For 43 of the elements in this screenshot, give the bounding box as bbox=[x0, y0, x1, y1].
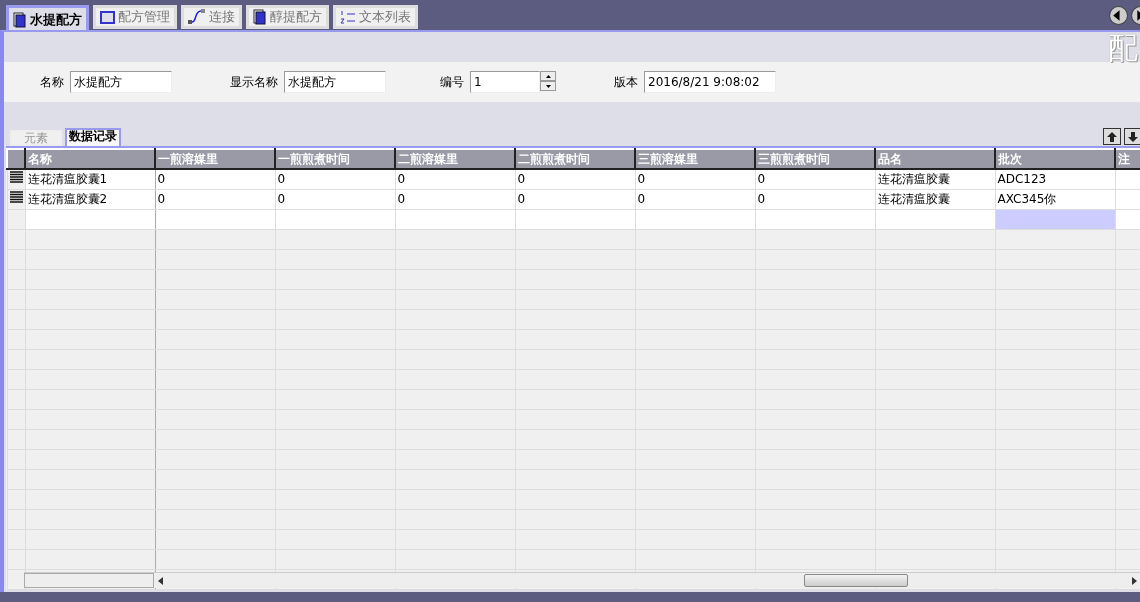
input-field[interactable]: 1 bbox=[470, 71, 540, 93]
field-label: 显示名称 bbox=[230, 74, 278, 91]
tab[interactable]: 水提配方 bbox=[6, 5, 89, 31]
input-field[interactable]: 2016/8/21 9:08:02 bbox=[644, 71, 776, 93]
column-header[interactable]: 二煎煎煮时间 bbox=[515, 149, 635, 169]
tab[interactable]: 醇提配方 bbox=[246, 5, 329, 29]
tab[interactable]: 文本列表 bbox=[333, 5, 418, 29]
column-header[interactable]: 一煎溶媒里 bbox=[155, 149, 275, 169]
window-icon bbox=[100, 10, 115, 24]
column-header[interactable]: 品名 bbox=[875, 149, 995, 169]
input-field[interactable]: 水提配方 bbox=[70, 71, 172, 93]
move-down-button[interactable] bbox=[1124, 128, 1140, 145]
numbered-list-icon bbox=[340, 10, 356, 24]
tab[interactable]: 数据记录 bbox=[65, 128, 121, 146]
column-header[interactable]: 名称 bbox=[25, 149, 155, 169]
row-icon bbox=[9, 191, 23, 203]
tab[interactable]: 配方管理 bbox=[93, 5, 177, 29]
row-icon bbox=[9, 171, 23, 184]
scrollbar-thumb[interactable] bbox=[804, 574, 908, 587]
column-header[interactable]: 批次 bbox=[995, 149, 1115, 169]
column-header[interactable]: 一煎煎煮时间 bbox=[275, 149, 395, 169]
previous-button[interactable] bbox=[1109, 6, 1128, 25]
column-header[interactable]: 三煎煎煮时间 bbox=[755, 149, 875, 169]
field-label: 编号 bbox=[440, 74, 464, 91]
scroll-left-icon[interactable] bbox=[158, 577, 164, 585]
document-icon bbox=[13, 11, 27, 28]
field-label: 名称 bbox=[40, 74, 64, 91]
down-arrow-icon bbox=[1128, 131, 1138, 142]
scroll-right-icon[interactable] bbox=[1132, 577, 1138, 585]
field-label: 版本 bbox=[614, 74, 638, 91]
tab[interactable]: 连接 bbox=[181, 5, 242, 29]
column-header[interactable]: 二煎溶媒里 bbox=[395, 149, 515, 169]
up-arrow-icon bbox=[1107, 131, 1117, 142]
column-header[interactable]: 三煎溶媒里 bbox=[635, 149, 755, 169]
spin-buttons[interactable] bbox=[540, 71, 556, 91]
move-up-button[interactable] bbox=[1103, 128, 1121, 145]
column-header[interactable]: 注 bbox=[1115, 149, 1140, 169]
document-icon bbox=[253, 9, 267, 25]
connection-icon bbox=[188, 9, 206, 25]
tab[interactable]: 元素 bbox=[10, 130, 62, 146]
input-field[interactable]: 水提配方 bbox=[284, 71, 386, 93]
page-title: 配 bbox=[1108, 32, 1138, 64]
header-cell bbox=[7, 149, 25, 169]
